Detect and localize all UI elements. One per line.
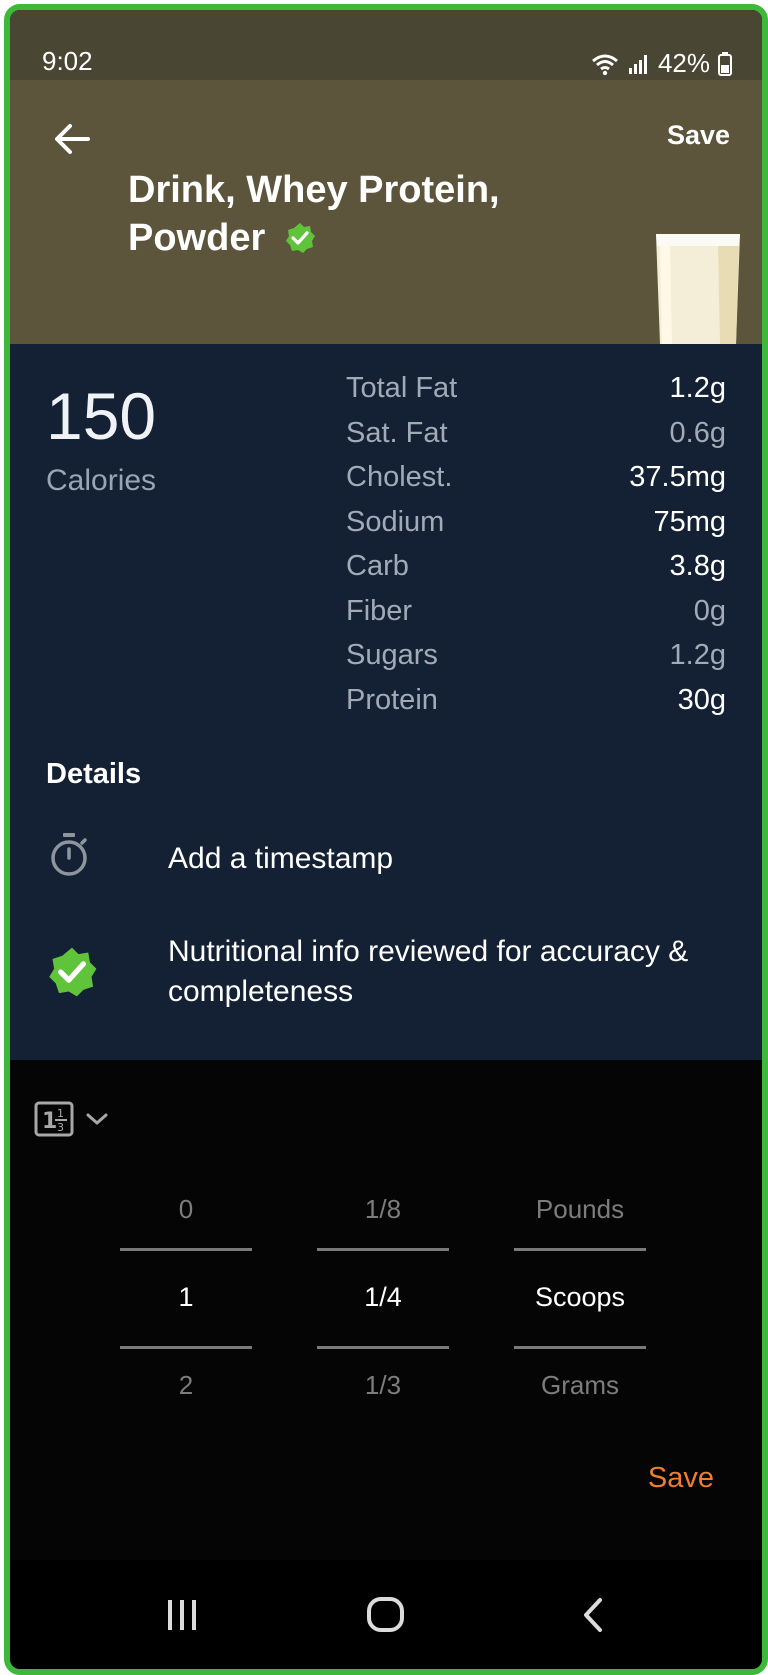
nutrient-value: 1.2g: [669, 372, 726, 404]
nutrient-name: Fiber: [346, 594, 413, 627]
stopwatch-icon: [51, 833, 87, 876]
back-arrow-icon: [55, 124, 90, 154]
nutrient-list: Total Fat 1.2g Sat. Fat 0.6g Cholest. 37…: [346, 372, 726, 728]
chevron-down-icon: [86, 1113, 108, 1125]
calories-label: Calories: [46, 464, 157, 497]
app-frame: 9:02 42% Save Drink, Whey Protein, Powde…: [4, 4, 768, 1675]
nutrient-value: 30g: [677, 683, 726, 716]
food-title-line2: Powder: [128, 217, 266, 259]
food-image: [648, 224, 748, 344]
verified-badge-icon: [285, 223, 315, 253]
battery-percent: 42%: [657, 48, 710, 78]
home-button[interactable]: [356, 1590, 416, 1640]
nutrition-panel: 150 Calories Total Fat 1.2g Sat. Fat 0.6…: [10, 344, 762, 1060]
picker-option[interactable]: 1/3: [317, 1356, 449, 1444]
review-info-row: Nutritional info reviewed for accuracy &…: [46, 928, 746, 1008]
picker-option[interactable]: Pounds: [514, 1180, 646, 1268]
header-save-button[interactable]: Save: [667, 120, 730, 151]
verified-badge-icon: [49, 947, 97, 997]
battery-icon: [718, 51, 732, 76]
food-header: Save Drink, Whey Protein, Powder: [10, 80, 762, 344]
status-time: 9:02: [42, 46, 93, 76]
nutrient-name: Sugars: [346, 639, 438, 671]
unit-picker[interactable]: Pounds Scoops Grams: [514, 1180, 646, 1444]
nutrient-row-fiber: Fiber 0g: [346, 595, 726, 640]
picker-option[interactable]: 1/8: [317, 1180, 449, 1268]
system-back-button[interactable]: [564, 1590, 624, 1640]
recent-apps-button[interactable]: [152, 1590, 212, 1640]
picker-divider: [514, 1248, 646, 1251]
nutrient-row-sat-fat: Sat. Fat 0.6g: [346, 417, 726, 462]
recent-apps-icon: [168, 1600, 196, 1630]
picker-divider: [120, 1346, 252, 1349]
whole-number-picker[interactable]: 0 1 2: [120, 1180, 252, 1444]
fraction-mode-toggle[interactable]: 1 1 3: [34, 1094, 144, 1144]
sheet-save-button[interactable]: Save: [648, 1462, 714, 1495]
nutrient-value: 0.6g: [669, 416, 726, 449]
food-title-line1: Drink, Whey Protein,: [128, 169, 500, 211]
nutrient-name: Total Fat: [346, 372, 458, 404]
back-chevron-icon: [584, 1598, 602, 1632]
back-button[interactable]: [48, 114, 98, 164]
wifi-icon: [591, 54, 618, 75]
nutrient-row-total-fat: Total Fat 1.2g: [346, 372, 726, 417]
picker-divider: [317, 1248, 449, 1251]
status-bar: 9:02 42%: [10, 10, 762, 80]
nutrient-row-sugars: Sugars 1.2g: [346, 639, 726, 684]
fraction-icon: 1 1 3: [34, 1101, 74, 1137]
signal-icon: [628, 54, 647, 74]
food-title-line2-wrap: Powder: [128, 214, 568, 262]
nutrient-name: Sodium: [346, 505, 445, 538]
nutrient-name: Sat. Fat: [346, 416, 448, 449]
nutrient-value: 37.5mg: [629, 461, 726, 493]
fraction-picker[interactable]: 1/8 1/4 1/3: [317, 1180, 449, 1444]
nutrient-row-carb: Carb 3.8g: [346, 550, 726, 595]
nutrient-name: Cholest.: [346, 461, 453, 493]
picker-divider: [120, 1248, 252, 1251]
nutrient-value: 1.2g: [669, 639, 726, 671]
system-nav-bar: [10, 1560, 762, 1669]
add-timestamp-row[interactable]: Add a timestamp: [46, 828, 746, 898]
svg-text:1: 1: [57, 1107, 64, 1120]
nutrient-name: Protein: [346, 683, 438, 716]
picker-option[interactable]: Grams: [514, 1356, 646, 1444]
nutrient-value: 75mg: [653, 505, 726, 538]
nutrient-value: 3.8g: [669, 550, 726, 582]
food-title: Drink, Whey Protein, Powder: [128, 166, 568, 262]
picker-selected-option[interactable]: 1: [120, 1268, 252, 1356]
home-icon: [367, 1597, 404, 1632]
status-indicators: 42%: [590, 48, 732, 79]
picker-selected-option[interactable]: Scoops: [514, 1268, 646, 1356]
svg-text:1: 1: [42, 1109, 57, 1134]
picker-divider: [514, 1346, 646, 1349]
picker-selected-option[interactable]: 1/4: [317, 1268, 449, 1356]
picker-option[interactable]: 0: [120, 1180, 252, 1268]
picker-option[interactable]: 2: [120, 1356, 252, 1444]
add-timestamp-label: Add a timestamp: [168, 842, 394, 875]
nutrient-row-protein: Protein 30g: [346, 684, 726, 729]
picker-divider: [317, 1346, 449, 1349]
nutrient-row-sodium: Sodium 75mg: [346, 506, 726, 551]
review-info-text: Nutritional info reviewed for accuracy &…: [168, 935, 689, 1008]
details-heading: Details: [46, 758, 142, 790]
calories-value: 150: [46, 379, 157, 453]
svg-text:3: 3: [57, 1121, 64, 1134]
nutrient-value: 0g: [693, 594, 726, 627]
serving-picker-sheet: 1 1 3 0 1 2 1/8 1/4 1/3 Pounds Scoops Gr…: [10, 1060, 762, 1560]
nutrient-row-cholesterol: Cholest. 37.5mg: [346, 461, 726, 506]
nutrient-name: Carb: [346, 550, 409, 582]
